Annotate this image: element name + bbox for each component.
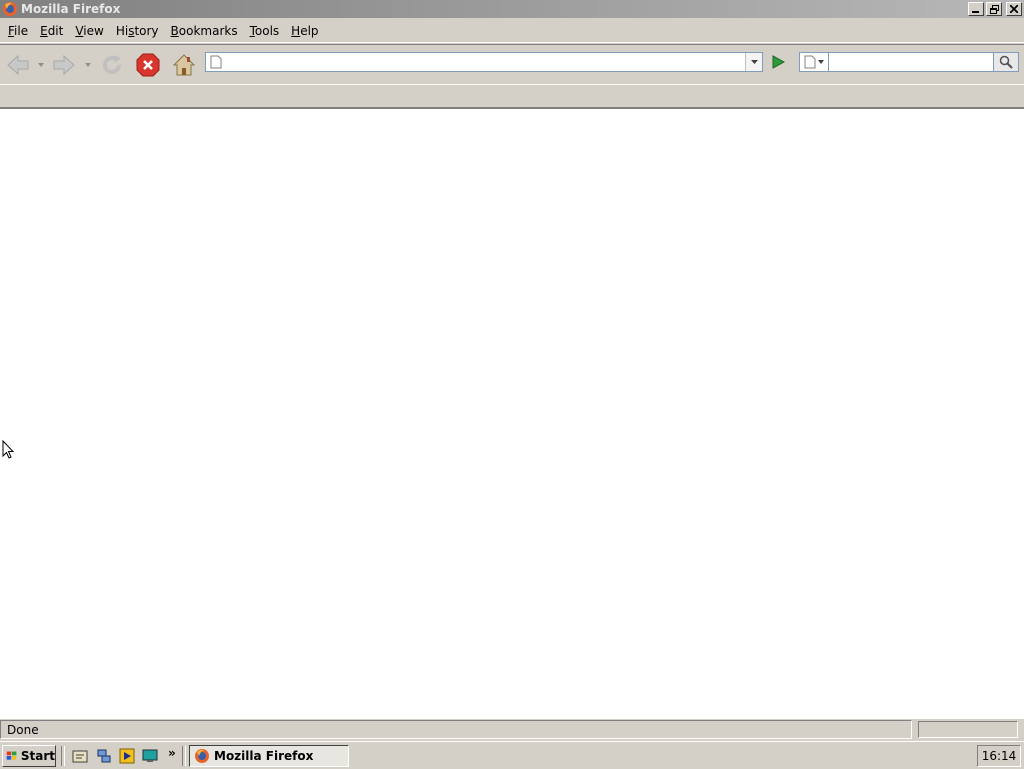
window-title: Mozilla Firefox: [21, 2, 121, 16]
clock-text: 16:14: [981, 749, 1017, 763]
restore-button[interactable]: [986, 2, 1002, 16]
monitor-icon: [142, 749, 158, 762]
go-button[interactable]: [766, 52, 790, 72]
taskbar-separator: [182, 746, 186, 766]
network-icon: [97, 749, 111, 763]
taskbar: Start » Mozilla Firefox 16:14: [0, 741, 1024, 769]
search-box[interactable]: [829, 52, 994, 72]
reload-icon: [103, 55, 122, 75]
search-icon: [999, 55, 1013, 69]
status-progress-panel: [918, 721, 1018, 738]
forward-icon: [53, 54, 75, 76]
chevron-down-icon: [750, 60, 758, 64]
minimize-icon: [972, 11, 979, 13]
location-bar[interactable]: [205, 52, 763, 72]
forward-history-dropdown[interactable]: [84, 62, 92, 68]
desktop-icon: [72, 750, 88, 763]
url-history-dropdown[interactable]: [745, 53, 762, 71]
chevron-down-icon: [818, 60, 824, 64]
back-icon: [7, 54, 29, 76]
quicklaunch-overflow-button[interactable]: »: [168, 746, 176, 760]
windows-logo-icon: [6, 751, 17, 760]
monitor-quicklaunch[interactable]: [141, 747, 159, 765]
minimize-button[interactable]: [968, 2, 984, 16]
title-bar[interactable]: Mozilla Firefox: [0, 0, 1024, 18]
show-desktop-button[interactable]: [71, 747, 89, 765]
mouse-cursor-icon: [2, 440, 14, 459]
search-engine-selector[interactable]: [799, 52, 829, 72]
bookmarks-toolbar: [0, 84, 1024, 108]
status-text: Done: [0, 720, 912, 739]
back-history-dropdown[interactable]: [37, 62, 45, 68]
go-icon: [772, 55, 785, 69]
menu-view[interactable]: View: [69, 24, 109, 38]
reload-button[interactable]: [98, 51, 126, 79]
forward-button[interactable]: [50, 51, 78, 79]
menu-bar: File Edit View History Bookmarks Tools H…: [0, 20, 1024, 43]
home-button[interactable]: [170, 51, 198, 79]
search-input[interactable]: [829, 53, 993, 71]
menu-tools[interactable]: Tools: [244, 24, 286, 38]
system-tray-clock[interactable]: 16:14: [977, 745, 1021, 767]
search-button[interactable]: [993, 52, 1019, 72]
menu-edit[interactable]: Edit: [34, 24, 69, 38]
menu-help[interactable]: Help: [285, 24, 324, 38]
firefox-logo-icon: [3, 2, 17, 16]
stop-button[interactable]: [134, 51, 162, 79]
start-label: Start: [20, 749, 55, 763]
status-bar: Done: [0, 719, 1024, 740]
page-content[interactable]: [0, 108, 1024, 719]
page-icon: [804, 55, 816, 69]
restore-icon: [989, 4, 999, 14]
home-icon: [172, 54, 196, 76]
firefox-logo-icon: [195, 749, 209, 763]
taskbar-task-label: Mozilla Firefox: [214, 749, 314, 763]
network-quicklaunch[interactable]: [95, 747, 113, 765]
menu-file[interactable]: File: [2, 24, 34, 38]
menu-bookmarks[interactable]: Bookmarks: [165, 24, 244, 38]
back-button[interactable]: [4, 51, 32, 79]
chevron-down-icon: [85, 63, 91, 67]
media-player-icon: [119, 748, 135, 764]
taskbar-separator: [61, 746, 65, 766]
page-icon: [210, 55, 222, 69]
menu-history[interactable]: History: [110, 24, 165, 38]
url-input[interactable]: [228, 54, 748, 70]
close-icon: [1010, 5, 1018, 13]
media-player-quicklaunch[interactable]: [118, 747, 136, 765]
stop-icon: [136, 53, 160, 77]
taskbar-firefox-button[interactable]: Mozilla Firefox: [189, 745, 349, 767]
close-button[interactable]: [1006, 2, 1022, 16]
chevron-down-icon: [38, 63, 44, 67]
start-button[interactable]: Start: [2, 745, 56, 767]
